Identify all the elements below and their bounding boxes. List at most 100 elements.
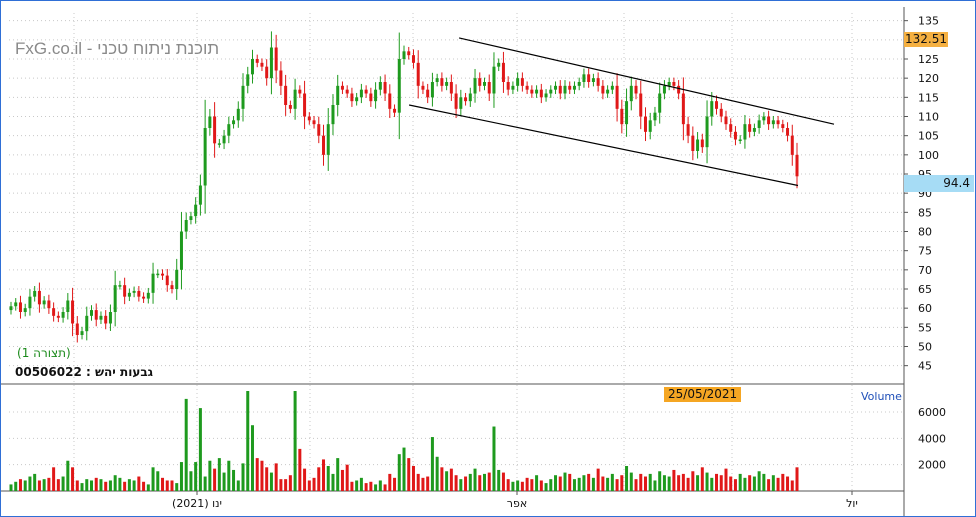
candle-body [435, 78, 439, 82]
candle-body [648, 120, 652, 132]
time-tick-label: ינו (2021) [172, 497, 222, 510]
volume-bar [771, 475, 775, 491]
candle-body [492, 66, 496, 94]
candle-body [279, 70, 283, 86]
price-tick-label: 60 [918, 302, 932, 315]
volume-bar [634, 479, 638, 491]
volume-bar [364, 483, 368, 491]
volume-bar [80, 483, 84, 491]
volume-bar [326, 466, 330, 491]
volume-bar [47, 477, 51, 491]
time-tick-label: אפר [507, 497, 527, 510]
candle-body [293, 89, 297, 109]
volume-tick-label: 2000 [918, 459, 946, 472]
candle-body [667, 82, 671, 86]
candle-body [269, 47, 273, 79]
volume-bar [516, 480, 520, 491]
volume-bar [506, 479, 510, 491]
cursor-date-badge: 25/05/2021 [664, 387, 742, 402]
candle-body [104, 315, 108, 324]
candle-body [307, 116, 311, 121]
candle-body [776, 120, 780, 125]
volume-bar [369, 481, 373, 491]
volume-bar [312, 477, 316, 491]
candle-body [118, 285, 122, 287]
candle-body [549, 89, 553, 94]
volume-bar [733, 479, 737, 491]
candle-body [359, 89, 363, 98]
volume-bar [71, 467, 75, 491]
volume-bar [535, 475, 539, 491]
volume-bar [350, 481, 354, 491]
volume-bar [459, 479, 463, 491]
candle-body [620, 108, 624, 125]
candle-body [743, 124, 747, 140]
volume-bar [142, 481, 146, 491]
volume-bar [104, 481, 108, 491]
volume-bar [696, 475, 700, 491]
volume-tick-label: 6000 [918, 406, 946, 419]
volume-bar [478, 475, 482, 491]
candle-body [416, 62, 420, 86]
candle-body [303, 93, 307, 117]
volume-bar [23, 480, 27, 491]
volume-bar [28, 476, 32, 491]
volume-bar [151, 467, 155, 491]
volume-bar [454, 475, 458, 491]
candle-body [568, 85, 572, 90]
volume-bar [317, 467, 321, 491]
volume-bar [530, 479, 534, 491]
candle-body [653, 112, 657, 121]
volume-bar [662, 475, 666, 491]
ticker-label: 00506022 : גבעות יהש [15, 365, 153, 379]
price-tick-label: 115 [918, 91, 939, 104]
candle-body [483, 82, 486, 86]
volume-bar [464, 476, 468, 491]
candle-body [719, 108, 723, 117]
candle-body [378, 82, 382, 90]
candle-body [421, 85, 425, 90]
candle-body [33, 290, 37, 297]
candle-body [312, 120, 316, 125]
candle-body [781, 124, 785, 128]
volume-bar [402, 447, 406, 491]
volume-bar [37, 480, 41, 491]
volume-bar [279, 479, 283, 491]
candle-body [582, 74, 586, 82]
candle-body [374, 89, 378, 102]
volume-bar [374, 484, 378, 491]
candle-body [577, 82, 581, 86]
volume-bar [558, 476, 562, 491]
candle-body [520, 78, 524, 86]
candle-body [161, 273, 165, 276]
volume-bar [170, 480, 174, 491]
candle-body [89, 310, 93, 316]
candle-body [364, 89, 368, 94]
candle-body [388, 93, 392, 109]
volume-bar [378, 480, 382, 491]
candle-body [587, 74, 591, 82]
volume-bar [752, 476, 756, 491]
candlestick-chart[interactable]: 4550556065707580859095100105110115120125… [1, 1, 975, 516]
candle-body [459, 97, 463, 109]
volume-bar [601, 476, 605, 491]
candle-body [236, 108, 240, 121]
volume-bar [198, 408, 202, 491]
candle-body [179, 231, 183, 270]
volume-bar [393, 477, 397, 491]
volume-bar [156, 471, 160, 491]
candle-body [322, 135, 326, 155]
candle-body [208, 116, 212, 128]
candle-body [317, 124, 321, 136]
candle-body [790, 135, 794, 155]
candle-body [430, 82, 434, 98]
price-tick-label: 135 [918, 15, 939, 28]
volume-bar [658, 471, 662, 491]
volume-bar [691, 471, 695, 491]
candle-body [478, 78, 482, 86]
candle-body [700, 139, 704, 148]
candle-body [634, 85, 638, 94]
candle-body [265, 66, 269, 79]
candle-body [468, 93, 472, 102]
candle-body [340, 85, 344, 90]
